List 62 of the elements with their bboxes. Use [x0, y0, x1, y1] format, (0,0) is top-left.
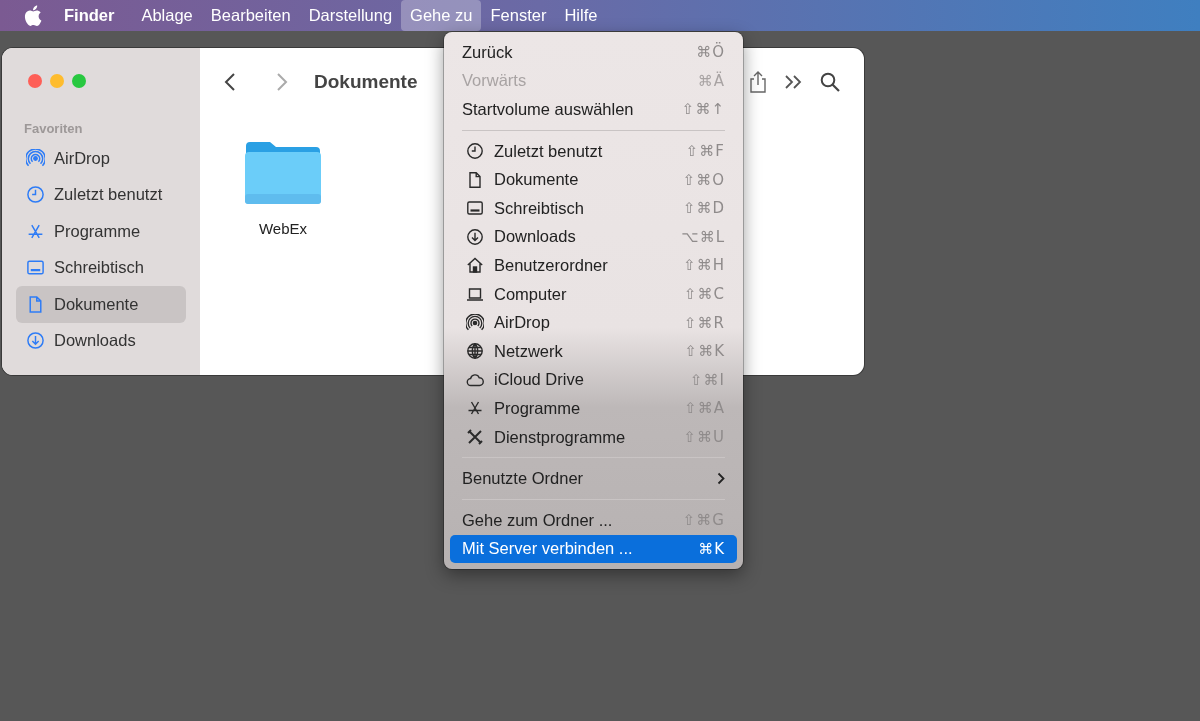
menu-item[interactable]: Benutzte Ordner	[450, 464, 737, 493]
shortcut-text: ⇧⌘H	[683, 256, 725, 275]
sidebar-item[interactable]: AirDrop	[16, 140, 186, 177]
document-icon	[466, 170, 484, 189]
file-name: WebEx	[258, 220, 308, 237]
menu-item[interactable]: Netzwerk ⇧⌘K	[450, 336, 737, 366]
sidebar-heading: Favoriten	[24, 121, 84, 136]
menu-item[interactable]: Benutzerordner ⇧⌘H	[450, 251, 737, 280]
desktop-icon	[26, 258, 45, 278]
menu-item[interactable]: Downloads ⌥⌘L	[450, 222, 737, 252]
app-menu[interactable]: Finder	[42, 0, 133, 31]
tools-icon	[466, 428, 484, 446]
shortcut-text: ⇧⌘D	[682, 199, 725, 218]
shortcut-text: ⇧⌘F	[685, 142, 725, 161]
desktop-icon	[466, 199, 484, 218]
menu-item[interactable]: Zuletzt benutzt ⇧⌘F	[450, 136, 737, 166]
menu-bar-item[interactable]: Ablage	[132, 0, 202, 31]
menu-bar-item[interactable]: Hilfe	[555, 0, 607, 31]
shortcut-text: ⇧⌘↑	[681, 100, 725, 119]
menu-bar-item[interactable]: Darstellung	[299, 0, 402, 31]
chevrons-icon[interactable]	[784, 74, 802, 90]
menu-item[interactable]: Computer ⇧⌘C	[450, 279, 737, 309]
globe-icon	[466, 342, 484, 361]
sidebar-item[interactable]: Downloads	[16, 322, 186, 359]
download-icon	[26, 331, 45, 351]
airdrop-icon	[466, 313, 484, 332]
shortcut-text: ⇧⌘C	[683, 285, 725, 304]
shortcut-text: ⇧⌘O	[682, 170, 725, 189]
menu-item[interactable]: Zurück ⌘Ö	[450, 38, 737, 67]
back-icon[interactable]	[224, 72, 236, 92]
document-icon	[26, 294, 45, 314]
menu-bar-item[interactable]: Fenster	[481, 0, 556, 31]
clock-icon	[466, 142, 484, 161]
search-icon[interactable]	[820, 72, 840, 92]
house-icon	[466, 256, 484, 275]
clock-icon	[26, 185, 45, 205]
menu-item[interactable]: Dokumente ⇧⌘O	[450, 165, 737, 194]
sidebar-item[interactable]: Zuletzt benutzt	[16, 176, 186, 213]
share-icon[interactable]	[750, 71, 766, 93]
shortcut-text: ⌥⌘L	[681, 227, 725, 246]
shortcut-text: ⌘Ä	[697, 71, 725, 90]
shortcut-text: ⇧⌘K	[684, 342, 725, 361]
airdrop-icon	[26, 148, 45, 168]
menu-item[interactable]: iCloud Drive ⇧⌘I	[450, 365, 737, 395]
menu-item[interactable]: Mit Server verbinden ... ⌘K	[450, 534, 737, 564]
shortcut-text: ⇧⌘I	[690, 370, 725, 389]
shortcut-text: ⇧⌘R	[684, 313, 725, 332]
shortcut-text: ⌘Ö	[696, 43, 725, 62]
download-icon	[466, 227, 484, 246]
shortcut-text: ⌘K	[698, 539, 725, 558]
window-title: Dokumente	[314, 71, 418, 93]
menu-item[interactable]: Schreibtisch ⇧⌘D	[450, 193, 737, 223]
sidebar-item[interactable]: Programme	[16, 213, 186, 250]
menu-bar-item[interactable]: Bearbeiten	[201, 0, 300, 31]
folder-icon[interactable]	[244, 140, 322, 206]
menu-item[interactable]: AirDrop ⇧⌘R	[450, 308, 737, 337]
sidebar-item[interactable]: Dokumente	[16, 286, 186, 323]
sidebar-item[interactable]: Schreibtisch	[16, 249, 186, 286]
apple-logo-icon[interactable]	[24, 5, 42, 26]
chevron-right-icon	[717, 472, 725, 486]
laptop-icon	[466, 285, 484, 304]
menu-item[interactable]: Startvolume auswählen ⇧⌘↑	[450, 95, 737, 124]
